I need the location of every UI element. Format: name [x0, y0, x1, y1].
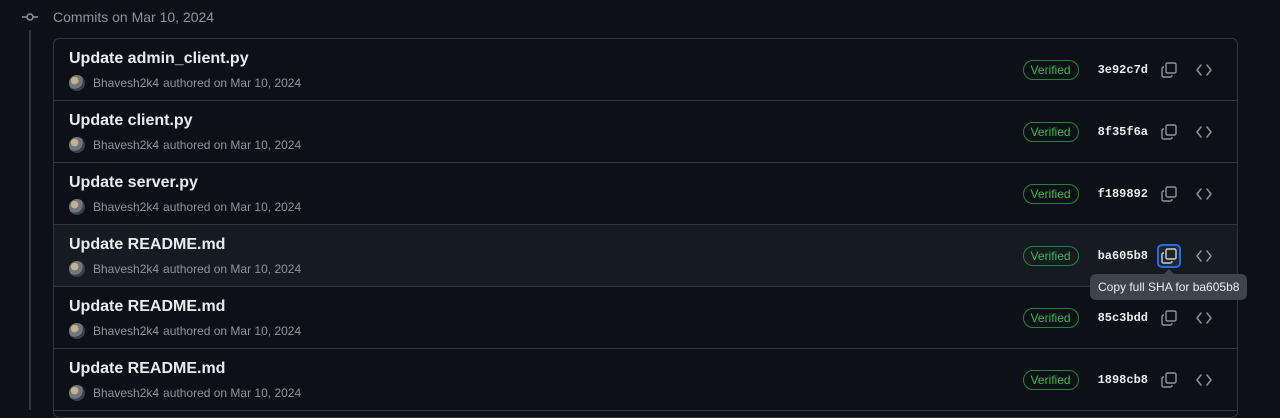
- avatar[interactable]: [69, 323, 85, 339]
- commit-actions: Verified 1898cb8: [1022, 349, 1237, 411]
- copy-sha-button[interactable]: [1157, 368, 1181, 392]
- commit-row: Update README.md Bhavesh2k4 authored on …: [54, 349, 1237, 411]
- code-icon: [1196, 250, 1212, 262]
- code-icon: [1196, 64, 1212, 76]
- timeline-line: [29, 30, 31, 410]
- commit-sha-link[interactable]: 3e92c7d: [1098, 63, 1148, 77]
- commit-title[interactable]: Update client.py: [69, 112, 193, 130]
- copy-icon: [1161, 186, 1177, 202]
- avatar[interactable]: [69, 75, 85, 91]
- browse-code-button[interactable]: [1192, 244, 1216, 268]
- author-link[interactable]: Bhavesh2k4: [93, 324, 159, 338]
- commit-title[interactable]: Update README.md: [69, 360, 225, 378]
- author-link[interactable]: Bhavesh2k4: [93, 138, 159, 152]
- commit-title[interactable]: Update README.md: [69, 236, 225, 254]
- copy-sha-button[interactable]: [1157, 244, 1181, 268]
- authored-date: authored on Mar 10, 2024: [163, 386, 302, 400]
- verified-badge[interactable]: Verified: [1022, 370, 1079, 390]
- git-commit-icon: [20, 7, 40, 27]
- verified-badge[interactable]: Verified: [1022, 122, 1079, 142]
- verified-badge[interactable]: Verified: [1022, 308, 1079, 328]
- browse-code-button[interactable]: [1192, 368, 1216, 392]
- commit-sha-link[interactable]: 1898cb8: [1098, 373, 1148, 387]
- verified-badge[interactable]: Verified: [1022, 246, 1079, 266]
- browse-code-button[interactable]: [1192, 120, 1216, 144]
- authored-date: authored on Mar 10, 2024: [163, 76, 302, 90]
- author-link[interactable]: Bhavesh2k4: [93, 200, 159, 214]
- verified-badge[interactable]: Verified: [1022, 60, 1079, 80]
- avatar[interactable]: [69, 199, 85, 215]
- copy-icon: [1161, 248, 1177, 264]
- commit-sha-link[interactable]: 8f35f6a: [1098, 125, 1148, 139]
- commit-sha-link[interactable]: f189892: [1098, 187, 1148, 201]
- commit-row: Update client.py Bhavesh2k4 authored on …: [54, 101, 1237, 163]
- author-link[interactable]: Bhavesh2k4: [93, 386, 159, 400]
- commit-title[interactable]: Update README.md: [69, 298, 225, 316]
- copy-sha-tooltip: Copy full SHA for ba605b8: [1090, 269, 1248, 300]
- copy-sha-button[interactable]: [1157, 120, 1181, 144]
- commit-row: Update admin_client.py Bhavesh2k4 author…: [54, 39, 1237, 101]
- commit-actions: Verified 8f35f6a: [1022, 101, 1237, 163]
- commit-sha-link[interactable]: ba605b8: [1098, 249, 1148, 263]
- commit-sha-link[interactable]: 85c3bdd: [1098, 311, 1148, 325]
- copy-icon: [1161, 310, 1177, 326]
- author-link[interactable]: Bhavesh2k4: [93, 76, 159, 90]
- copy-icon: [1161, 124, 1177, 140]
- commit-meta: Bhavesh2k4 authored on Mar 10, 2024: [69, 199, 301, 215]
- commit-actions: Verified 3e92c7d: [1022, 39, 1237, 101]
- authored-date: authored on Mar 10, 2024: [163, 200, 302, 214]
- avatar[interactable]: [69, 385, 85, 401]
- authored-date: authored on Mar 10, 2024: [163, 262, 302, 276]
- commit-meta: Bhavesh2k4 authored on Mar 10, 2024: [69, 75, 301, 91]
- verified-badge[interactable]: Verified: [1022, 184, 1079, 204]
- authored-date: authored on Mar 10, 2024: [163, 324, 302, 338]
- commit-meta: Bhavesh2k4 authored on Mar 10, 2024: [69, 323, 301, 339]
- commit-group-header: Commits on Mar 10, 2024: [20, 6, 214, 28]
- commit-meta: Bhavesh2k4 authored on Mar 10, 2024: [69, 261, 301, 277]
- code-icon: [1196, 374, 1212, 386]
- code-icon: [1196, 126, 1212, 138]
- commit-meta: Bhavesh2k4 authored on Mar 10, 2024: [69, 385, 301, 401]
- commit-row: Update README.md Bhavesh2k4 authored on …: [54, 225, 1237, 287]
- commit-row: Update README.md Bhavesh2k4 authored on …: [54, 287, 1237, 349]
- copy-sha-button[interactable]: [1157, 306, 1181, 330]
- copy-icon: [1161, 62, 1177, 78]
- code-icon: [1196, 188, 1212, 200]
- commit-meta: Bhavesh2k4 authored on Mar 10, 2024: [69, 137, 301, 153]
- commit-group-title: Commits on Mar 10, 2024: [53, 9, 215, 25]
- avatar[interactable]: [69, 261, 85, 277]
- browse-code-button[interactable]: [1192, 306, 1216, 330]
- commit-title[interactable]: Update admin_client.py: [69, 50, 249, 68]
- commit-list: Update admin_client.py Bhavesh2k4 author…: [53, 38, 1238, 418]
- copy-sha-button[interactable]: [1157, 58, 1181, 82]
- commit-row: Update server.py Bhavesh2k4 authored on …: [54, 163, 1237, 225]
- authored-date: authored on Mar 10, 2024: [163, 138, 302, 152]
- avatar[interactable]: [69, 137, 85, 153]
- browse-code-button[interactable]: [1192, 182, 1216, 206]
- author-link[interactable]: Bhavesh2k4: [93, 262, 159, 276]
- copy-icon: [1161, 372, 1177, 388]
- commit-actions: Verified f189892: [1022, 163, 1237, 225]
- code-icon: [1196, 312, 1212, 324]
- copy-sha-button[interactable]: [1157, 182, 1181, 206]
- browse-code-button[interactable]: [1192, 58, 1216, 82]
- commit-title[interactable]: Update server.py: [69, 174, 198, 192]
